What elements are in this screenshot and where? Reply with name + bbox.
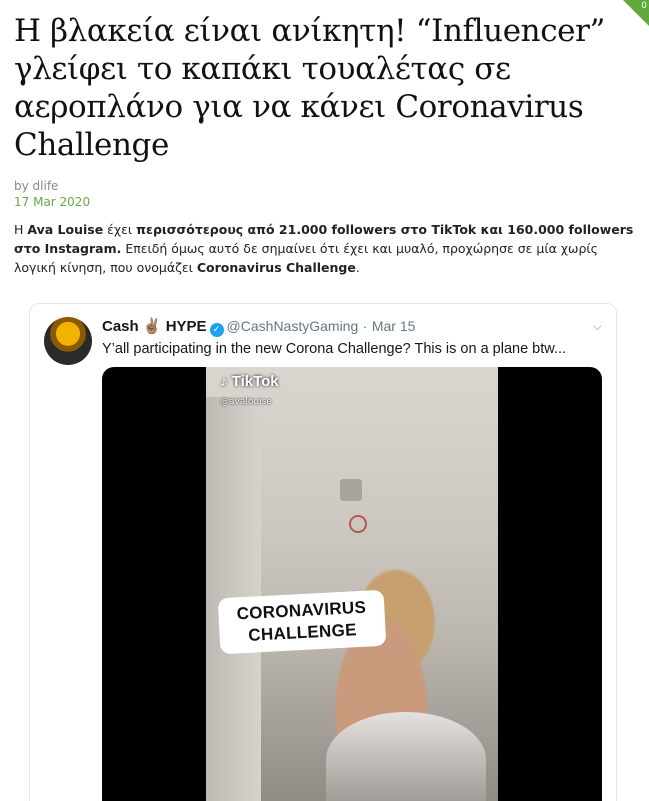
article: Η βλακεία είναι ανίκητη! “Influencer” γλ… bbox=[0, 0, 649, 277]
article-date: 17 Mar 2020 bbox=[14, 195, 91, 209]
tweet-author-handle[interactable]: @CashNastyGaming bbox=[227, 318, 359, 334]
avatar[interactable] bbox=[44, 317, 92, 365]
video-caption-sticker: CORONAVIRUS CHALLENGE bbox=[217, 589, 387, 655]
verified-badge-icon: ✓ bbox=[209, 323, 224, 337]
corner-badge: 0 bbox=[623, 0, 649, 26]
embedded-tweet[interactable]: Cash ✌🏽 HYPE ✓ @CashNastyGaming · Mar 15 ⌵… bbox=[29, 303, 617, 801]
tweet-header: Cash ✌🏽 HYPE ✓ @CashNastyGaming · Mar 15 ⌵ bbox=[102, 316, 602, 337]
article-title: Η βλακεία είναι ανίκητη! “Influencer” γλ… bbox=[14, 13, 605, 163]
tiktok-username: @avalouise bbox=[220, 397, 272, 407]
article-intro: Η Ava Louise έχει περισσότερους από 21.0… bbox=[14, 220, 634, 277]
intro-text-2: έχει bbox=[103, 222, 137, 237]
toilet-seat bbox=[326, 712, 486, 801]
intro-text-1: Η bbox=[14, 222, 28, 237]
article-byline[interactable]: by dlife bbox=[14, 178, 634, 194]
no-smoking-sign-icon bbox=[349, 515, 367, 533]
intro-bold-1: Ava Louise bbox=[27, 222, 104, 237]
intro-text-4: . bbox=[355, 260, 360, 275]
tiktok-watermark-label: TikTok bbox=[231, 373, 279, 390]
tiktok-watermark: ♪ TikTok bbox=[220, 373, 279, 390]
corner-badge-count: 0 bbox=[641, 1, 647, 11]
tiktok-note-icon: ♪ bbox=[220, 373, 228, 390]
tweet-text: Y’all participating in the new Corona Ch… bbox=[102, 341, 567, 357]
tweet-date[interactable]: Mar 15 bbox=[372, 318, 416, 334]
tweet-video[interactable]: ♪ TikTok @avalouise CORONAVIRUS CHALLENG… bbox=[102, 367, 602, 801]
tweet-author-name[interactable]: Cash ✌🏽 HYPE bbox=[102, 318, 207, 335]
intro-bold-3: Coronavirus Challenge bbox=[196, 260, 356, 275]
tweet-separator: · bbox=[362, 318, 368, 334]
lavatory-panel bbox=[340, 479, 362, 501]
chevron-down-icon[interactable]: ⌵ bbox=[593, 316, 602, 336]
video-frame: ♪ TikTok @avalouise CORONAVIRUS CHALLENG… bbox=[206, 367, 498, 801]
